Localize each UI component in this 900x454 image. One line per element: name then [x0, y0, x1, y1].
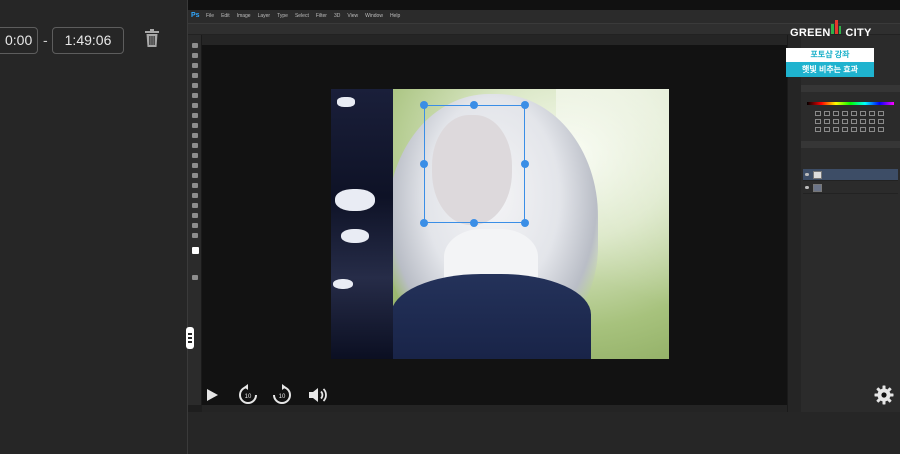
ps-tool-icon — [192, 213, 198, 218]
ps-panel-header — [801, 85, 900, 92]
ps-tool-icon — [192, 275, 198, 280]
ps-menu-item: 3D — [333, 13, 341, 19]
ps-panel-strip — [787, 35, 801, 412]
ps-tool-icon — [192, 63, 198, 68]
ps-tool-icon — [192, 123, 198, 128]
tree-trunk — [331, 89, 393, 359]
brand-left-text: GREEN — [790, 27, 831, 39]
ps-document-tab — [202, 35, 787, 45]
selection-handle[interactable] — [521, 160, 529, 168]
ps-layer-row — [803, 182, 898, 194]
ps-menu-item: View — [347, 13, 359, 19]
play-button[interactable] — [203, 383, 221, 407]
selection-handle[interactable] — [420, 160, 428, 168]
ps-menu-item: Select — [294, 13, 309, 19]
brand-title: GREEN CITY — [790, 27, 872, 39]
ps-menu: File Edit Image Layer Type Select Filter… — [206, 13, 400, 19]
video-preview[interactable]: Ps File Edit Image Layer Type Select Fil… — [188, 0, 900, 412]
rewind-seconds-label: 10 — [245, 394, 252, 400]
ps-tool-icon — [192, 143, 198, 148]
selection-bounding-box[interactable] — [424, 105, 525, 223]
trim-start-field[interactable]: 0:00 — [0, 27, 38, 54]
rewind-10-button[interactable]: 10 — [237, 383, 259, 407]
ps-tool-icon — [192, 163, 198, 168]
editor-root: 0:00 - 1:49:06 Ps File Edit Image Layer … — [0, 0, 900, 454]
ps-tool-icon — [192, 113, 198, 118]
ps-logo: Ps — [191, 12, 200, 19]
ps-tool-icon — [192, 103, 198, 108]
selection-handle[interactable] — [470, 219, 478, 227]
forward-10-button[interactable]: 10 — [271, 383, 293, 407]
gear-icon[interactable] — [874, 385, 894, 405]
ps-layers-header — [801, 141, 900, 148]
trim-end-field[interactable]: 1:49:06 — [52, 27, 124, 54]
brand-subtitle-2: 햇빛 비추는 효과 — [786, 62, 874, 77]
selection-handle[interactable] — [420, 219, 428, 227]
ps-panels — [801, 35, 900, 412]
ps-menu-item: Layer — [257, 13, 271, 19]
ps-tool-icon — [192, 73, 198, 78]
ps-tool-icon — [192, 133, 198, 138]
trim-drag-handle[interactable] — [186, 327, 194, 349]
ps-tool-icon — [192, 153, 198, 158]
selection-handle[interactable] — [521, 101, 529, 109]
volume-button[interactable] — [306, 383, 328, 407]
trim-separator: - — [43, 32, 48, 48]
ps-tool-icon — [192, 203, 198, 208]
ps-tool-icon — [192, 223, 198, 228]
timeline-area — [188, 412, 900, 454]
ps-menu-item: Filter — [315, 13, 327, 19]
ps-tool-icon — [192, 53, 198, 58]
selection-handle[interactable] — [470, 101, 478, 109]
ps-tool-icon — [192, 233, 198, 238]
ps-foreground-color — [192, 247, 199, 254]
trim-panel: 0:00 - 1:49:06 — [0, 0, 188, 454]
brand-right-text: CITY — [845, 27, 872, 39]
ps-adjustments-grid — [815, 111, 885, 132]
forward-seconds-label: 10 — [279, 394, 286, 400]
ps-tool-icon — [192, 183, 198, 188]
ps-menu-item: Window — [365, 13, 383, 19]
green-city-watermark: GREEN CITY 포토샵 강좌 햇빛 비추는 효과 — [786, 20, 878, 78]
ps-tool-icon — [192, 83, 198, 88]
ps-menu-item: Edit — [221, 13, 230, 19]
ps-toolbar — [188, 35, 202, 405]
ps-tool-icon — [192, 193, 198, 198]
ps-menu-item: File — [206, 13, 215, 19]
ps-tool-icon — [192, 93, 198, 98]
ps-layer-row — [803, 169, 898, 181]
ps-menu-item: Image — [236, 13, 251, 19]
selection-handle[interactable] — [420, 101, 428, 109]
ps-menu-item: Type — [277, 13, 288, 19]
ps-tool-icon — [192, 173, 198, 178]
ps-color-ramp — [807, 102, 894, 105]
brand-subtitle-1: 포토샵 강좌 — [786, 48, 874, 62]
trash-icon[interactable] — [144, 29, 160, 47]
ps-menu-item: Help — [389, 13, 401, 19]
ps-tool-icon — [192, 43, 198, 48]
selection-handle[interactable] — [521, 219, 529, 227]
